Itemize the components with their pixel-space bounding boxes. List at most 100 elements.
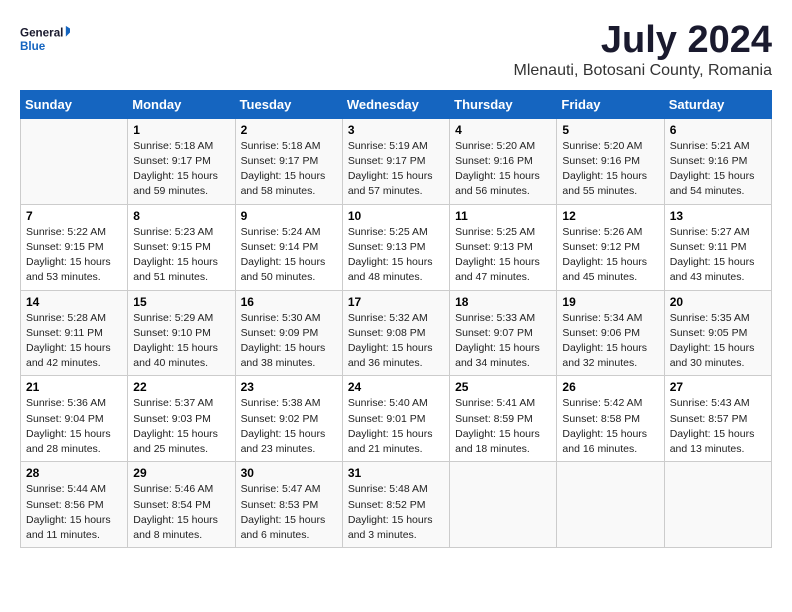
calendar-cell: 24 Sunrise: 5:40 AMSunset: 9:01 PMDayligh…	[342, 376, 449, 462]
day-info: Sunrise: 5:46 AMSunset: 8:54 PMDaylight:…	[133, 482, 229, 543]
day-number: 10	[348, 209, 444, 223]
day-info: Sunrise: 5:25 AMSunset: 9:13 PMDaylight:…	[348, 225, 444, 286]
calendar-day-header: Tuesday	[235, 90, 342, 118]
day-number: 14	[26, 295, 122, 309]
day-number: 13	[670, 209, 766, 223]
day-info: Sunrise: 5:18 AMSunset: 9:17 PMDaylight:…	[241, 139, 337, 200]
day-number: 16	[241, 295, 337, 309]
day-info: Sunrise: 5:35 AMSunset: 9:05 PMDaylight:…	[670, 311, 766, 372]
day-number: 12	[562, 209, 658, 223]
day-number: 31	[348, 466, 444, 480]
calendar-cell: 27 Sunrise: 5:43 AMSunset: 8:57 PMDayligh…	[664, 376, 771, 462]
calendar-header-row: SundayMondayTuesdayWednesdayThursdayFrid…	[21, 90, 772, 118]
day-number: 9	[241, 209, 337, 223]
calendar-cell: 15Sunrise: 5:29 AMSunset: 9:10 PMDayligh…	[128, 290, 235, 376]
day-info: Sunrise: 5:40 AMSunset: 9:01 PMDaylight:…	[348, 396, 444, 457]
day-number: 6	[670, 123, 766, 137]
day-number: 7	[26, 209, 122, 223]
calendar-cell: 23Sunrise: 5:38 AMSunset: 9:02 PMDayligh…	[235, 376, 342, 462]
calendar-day-header: Wednesday	[342, 90, 449, 118]
day-info: Sunrise: 5:24 AMSunset: 9:14 PMDaylight:…	[241, 225, 337, 286]
logo: General Blue	[20, 20, 70, 60]
calendar-cell: 11 Sunrise: 5:25 AMSunset: 9:13 PMDayligh…	[450, 204, 557, 290]
calendar-cell: 9 Sunrise: 5:24 AMSunset: 9:14 PMDaylight…	[235, 204, 342, 290]
calendar-cell: 18 Sunrise: 5:33 AMSunset: 9:07 PMDayligh…	[450, 290, 557, 376]
day-number: 28	[26, 466, 122, 480]
calendar-day-header: Sunday	[21, 90, 128, 118]
calendar-cell: 19 Sunrise: 5:34 AMSunset: 9:06 PMDayligh…	[557, 290, 664, 376]
calendar-week-row: 1 Sunrise: 5:18 AMSunset: 9:17 PMDaylight…	[21, 118, 772, 204]
day-number: 1	[133, 123, 229, 137]
calendar-cell: 8Sunrise: 5:23 AMSunset: 9:15 PMDaylight…	[128, 204, 235, 290]
calendar-cell: 16 Sunrise: 5:30 AMSunset: 9:09 PMDayligh…	[235, 290, 342, 376]
day-number: 29	[133, 466, 229, 480]
calendar-cell: 26 Sunrise: 5:42 AMSunset: 8:58 PMDayligh…	[557, 376, 664, 462]
calendar-cell: 20 Sunrise: 5:35 AMSunset: 9:05 PMDayligh…	[664, 290, 771, 376]
day-info: Sunrise: 5:32 AMSunset: 9:08 PMDaylight:…	[348, 311, 444, 372]
calendar-day-header: Monday	[128, 90, 235, 118]
day-number: 18	[455, 295, 551, 309]
calendar-cell	[21, 118, 128, 204]
calendar-cell: 28 Sunrise: 5:44 AMSunset: 8:56 PMDayligh…	[21, 462, 128, 548]
day-number: 27	[670, 380, 766, 394]
logo-svg: General Blue	[20, 20, 70, 60]
day-number: 19	[562, 295, 658, 309]
day-number: 4	[455, 123, 551, 137]
day-info: Sunrise: 5:28 AMSunset: 9:11 PMDaylight:…	[26, 311, 122, 372]
calendar-cell: 6Sunrise: 5:21 AMSunset: 9:16 PMDaylight…	[664, 118, 771, 204]
day-info: Sunrise: 5:43 AMSunset: 8:57 PMDaylight:…	[670, 396, 766, 457]
day-info: Sunrise: 5:20 AMSunset: 9:16 PMDaylight:…	[455, 139, 551, 200]
day-info: Sunrise: 5:33 AMSunset: 9:07 PMDaylight:…	[455, 311, 551, 372]
calendar-day-header: Thursday	[450, 90, 557, 118]
day-info: Sunrise: 5:48 AMSunset: 8:52 PMDaylight:…	[348, 482, 444, 543]
day-number: 21	[26, 380, 122, 394]
day-number: 8	[133, 209, 229, 223]
calendar-cell: 5Sunrise: 5:20 AMSunset: 9:16 PMDaylight…	[557, 118, 664, 204]
day-number: 26	[562, 380, 658, 394]
calendar-week-row: 21 Sunrise: 5:36 AMSunset: 9:04 PMDayligh…	[21, 376, 772, 462]
day-number: 24	[348, 380, 444, 394]
day-info: Sunrise: 5:41 AMSunset: 8:59 PMDaylight:…	[455, 396, 551, 457]
day-info: Sunrise: 5:25 AMSunset: 9:13 PMDaylight:…	[455, 225, 551, 286]
calendar-week-row: 7 Sunrise: 5:22 AMSunset: 9:15 PMDaylight…	[21, 204, 772, 290]
day-info: Sunrise: 5:22 AMSunset: 9:15 PMDaylight:…	[26, 225, 122, 286]
day-number: 3	[348, 123, 444, 137]
calendar-cell	[450, 462, 557, 548]
day-number: 20	[670, 295, 766, 309]
calendar-cell: 21 Sunrise: 5:36 AMSunset: 9:04 PMDayligh…	[21, 376, 128, 462]
day-info: Sunrise: 5:44 AMSunset: 8:56 PMDaylight:…	[26, 482, 122, 543]
calendar-cell: 31 Sunrise: 5:48 AMSunset: 8:52 PMDayligh…	[342, 462, 449, 548]
day-info: Sunrise: 5:34 AMSunset: 9:06 PMDaylight:…	[562, 311, 658, 372]
svg-text:Blue: Blue	[20, 40, 46, 53]
calendar-cell: 29 Sunrise: 5:46 AMSunset: 8:54 PMDayligh…	[128, 462, 235, 548]
page-title: July 2024	[513, 20, 772, 62]
day-number: 22	[133, 380, 229, 394]
day-info: Sunrise: 5:29 AMSunset: 9:10 PMDaylight:…	[133, 311, 229, 372]
calendar-day-header: Saturday	[664, 90, 771, 118]
day-info: Sunrise: 5:26 AMSunset: 9:12 PMDaylight:…	[562, 225, 658, 286]
calendar-cell: 13 Sunrise: 5:27 AMSunset: 9:11 PMDayligh…	[664, 204, 771, 290]
day-number: 25	[455, 380, 551, 394]
day-number: 30	[241, 466, 337, 480]
calendar-cell: 12 Sunrise: 5:26 AMSunset: 9:12 PMDayligh…	[557, 204, 664, 290]
calendar-cell	[664, 462, 771, 548]
day-info: Sunrise: 5:27 AMSunset: 9:11 PMDaylight:…	[670, 225, 766, 286]
day-info: Sunrise: 5:38 AMSunset: 9:02 PMDaylight:…	[241, 396, 337, 457]
calendar-cell: 25 Sunrise: 5:41 AMSunset: 8:59 PMDayligh…	[450, 376, 557, 462]
page-subtitle: Mlenauti, Botosani County, Romania	[513, 62, 772, 80]
calendar-cell: 30Sunrise: 5:47 AMSunset: 8:53 PMDayligh…	[235, 462, 342, 548]
calendar-table: SundayMondayTuesdayWednesdayThursdayFrid…	[20, 90, 772, 548]
calendar-day-header: Friday	[557, 90, 664, 118]
day-info: Sunrise: 5:42 AMSunset: 8:58 PMDaylight:…	[562, 396, 658, 457]
calendar-cell: 1Sunrise: 5:18 AMSunset: 9:17 PMDaylight…	[128, 118, 235, 204]
day-info: Sunrise: 5:19 AMSunset: 9:17 PMDaylight:…	[348, 139, 444, 200]
day-info: Sunrise: 5:36 AMSunset: 9:04 PMDaylight:…	[26, 396, 122, 457]
day-info: Sunrise: 5:30 AMSunset: 9:09 PMDaylight:…	[241, 311, 337, 372]
calendar-cell: 4 Sunrise: 5:20 AMSunset: 9:16 PMDaylight…	[450, 118, 557, 204]
svg-text:General: General	[20, 27, 63, 40]
day-number: 17	[348, 295, 444, 309]
calendar-cell	[557, 462, 664, 548]
calendar-cell: 22Sunrise: 5:37 AMSunset: 9:03 PMDayligh…	[128, 376, 235, 462]
calendar-cell: 17 Sunrise: 5:32 AMSunset: 9:08 PMDayligh…	[342, 290, 449, 376]
day-number: 11	[455, 209, 551, 223]
